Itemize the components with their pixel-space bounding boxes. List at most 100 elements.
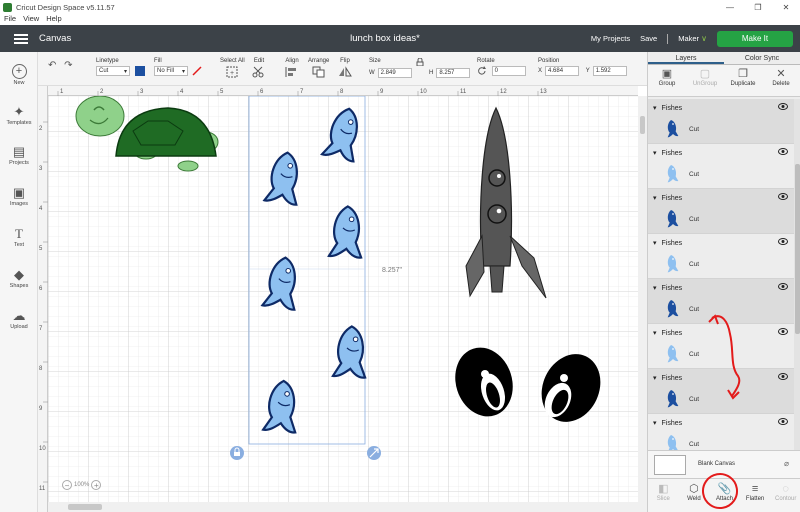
tab-layers[interactable]: Layers bbox=[648, 52, 724, 64]
sidebar-item-new[interactable]: + New bbox=[0, 64, 38, 86]
visibility-eye-icon[interactable] bbox=[778, 103, 788, 112]
ungroup-button[interactable]: ▢ UnGroup bbox=[686, 65, 724, 96]
canvas-horizontal-scrollbar[interactable] bbox=[48, 502, 638, 512]
select-all-icon: + bbox=[226, 66, 238, 78]
y-input[interactable]: 1.592 bbox=[592, 66, 627, 76]
visibility-eye-icon[interactable] bbox=[778, 193, 788, 202]
duplicate-label: Duplicate bbox=[730, 81, 756, 87]
layer-row[interactable]: ▾ Fishes Cut bbox=[648, 279, 794, 324]
design-canvas[interactable]: 8.257" bbox=[38, 86, 638, 512]
visibility-eye-icon[interactable] bbox=[778, 418, 788, 427]
contour-button[interactable]: ◌ Contour bbox=[770, 479, 800, 512]
caret-down-icon[interactable]: ▾ bbox=[653, 419, 657, 427]
menu-file[interactable]: File bbox=[4, 14, 16, 25]
edit-control[interactable]: Edit bbox=[252, 58, 266, 80]
machine-select[interactable]: Maker ∨ bbox=[678, 34, 707, 43]
layer-row[interactable]: ▾ Fishes Cut bbox=[648, 234, 794, 279]
visibility-eye-icon[interactable] bbox=[778, 238, 788, 247]
arrange-label: Arrange bbox=[308, 58, 330, 64]
blank-canvas-swatch[interactable] bbox=[654, 455, 686, 475]
layer-operation: Cut bbox=[689, 306, 700, 313]
visibility-eye-icon[interactable] bbox=[778, 148, 788, 157]
sidebar-item-images[interactable]: ▣ Images bbox=[0, 185, 38, 207]
align-control[interactable]: Align bbox=[285, 58, 299, 80]
minimize-button[interactable]: — bbox=[716, 0, 744, 14]
menu-help[interactable]: Help bbox=[46, 14, 61, 25]
my-projects-link[interactable]: My Projects bbox=[591, 34, 630, 43]
image-icon: ▣ bbox=[12, 185, 26, 200]
rotate-input[interactable]: 0 bbox=[491, 66, 526, 76]
lock-icon[interactable] bbox=[416, 57, 424, 68]
hamburger-menu-icon[interactable] bbox=[14, 32, 28, 46]
height-input[interactable]: 8.257 bbox=[436, 68, 471, 78]
sidebar-item-projects[interactable]: ▤ Projects bbox=[0, 144, 38, 166]
layer-row[interactable]: ▾ Fishes Cut bbox=[648, 369, 794, 414]
layer-row[interactable]: ▾ Fishes Cut bbox=[648, 324, 794, 369]
linetype-color-swatch[interactable] bbox=[134, 66, 145, 76]
sidebar-item-templates[interactable]: ✦ Templates bbox=[0, 104, 38, 126]
delete-button[interactable]: ✕ Delete bbox=[762, 65, 800, 96]
group-icon: ▣ bbox=[661, 68, 673, 80]
caret-down-icon[interactable]: ▾ bbox=[653, 104, 657, 112]
sidebar-item-label: New bbox=[13, 80, 25, 86]
layers-scrollbar[interactable] bbox=[794, 99, 800, 450]
attach-button[interactable]: 📎 Attach bbox=[709, 479, 740, 512]
visibility-eye-icon[interactable] bbox=[778, 283, 788, 292]
fill-select[interactable]: No Fill ▾ bbox=[154, 66, 188, 76]
layer-header[interactable]: ▾ Fishes bbox=[653, 419, 682, 428]
caret-down-icon[interactable]: ▾ bbox=[653, 194, 657, 202]
caret-down-icon[interactable]: ▾ bbox=[653, 149, 657, 157]
caret-down-icon[interactable]: ▾ bbox=[653, 239, 657, 247]
layer-header[interactable]: ▾ Fishes bbox=[653, 149, 682, 158]
make-it-button[interactable]: Make It bbox=[717, 30, 793, 47]
duplicate-button[interactable]: ❐ Duplicate bbox=[724, 65, 762, 96]
sidebar-item-text[interactable]: T Text bbox=[0, 226, 38, 248]
menu-view[interactable]: View bbox=[23, 14, 39, 25]
restore-button[interactable]: ❐ bbox=[744, 0, 772, 14]
lock-handle-icon[interactable] bbox=[230, 446, 244, 460]
caret-down-icon[interactable]: ▾ bbox=[653, 329, 657, 337]
chevron-down-icon: ∨ bbox=[701, 34, 707, 43]
layer-header[interactable]: ▾ Fishes bbox=[653, 374, 682, 383]
layer-operation: Cut bbox=[689, 126, 700, 133]
caret-down-icon[interactable]: ▾ bbox=[653, 284, 657, 292]
layer-header[interactable]: ▾ Fishes bbox=[653, 104, 682, 113]
close-button[interactable]: ✕ bbox=[772, 0, 800, 14]
visibility-eye-icon[interactable] bbox=[778, 373, 788, 382]
blank-canvas-row[interactable]: Blank Canvas ⌀ bbox=[648, 450, 800, 478]
layer-row[interactable]: ▾ Fishes Cut bbox=[648, 144, 794, 189]
select-all-control[interactable]: Select All + bbox=[220, 58, 245, 80]
group-button[interactable]: ▣ Group bbox=[648, 65, 686, 96]
canvas-vertical-scrollbar[interactable] bbox=[638, 96, 647, 512]
resize-handle-icon[interactable] bbox=[367, 446, 381, 460]
flip-control[interactable]: Flip bbox=[338, 58, 352, 80]
ruler-label: 8 bbox=[39, 366, 43, 372]
hide-eye-icon[interactable]: ⌀ bbox=[784, 459, 789, 468]
sidebar-item-shapes[interactable]: ◆ Shapes bbox=[0, 267, 38, 289]
slice-button[interactable]: ◧ Slice bbox=[648, 479, 679, 512]
save-button[interactable]: Save bbox=[640, 34, 657, 43]
ruler-label: 6 bbox=[39, 286, 43, 292]
layer-header[interactable]: ▾ Fishes bbox=[653, 239, 682, 248]
zoom-level: 100% bbox=[74, 482, 90, 488]
linetype-select[interactable]: Cut ▾ bbox=[96, 66, 130, 76]
layer-header[interactable]: ▾ Fishes bbox=[653, 194, 682, 203]
visibility-eye-icon[interactable] bbox=[778, 328, 788, 337]
layer-header[interactable]: ▾ Fishes bbox=[653, 329, 682, 338]
weld-button[interactable]: ⬡ Weld bbox=[679, 479, 710, 512]
layer-header[interactable]: ▾ Fishes bbox=[653, 284, 682, 293]
width-input[interactable]: 2.849 bbox=[377, 68, 412, 78]
flatten-button[interactable]: ≡ Flatten bbox=[740, 479, 771, 512]
x-input[interactable]: 4.684 bbox=[545, 66, 580, 76]
undo-icon[interactable]: ↶ bbox=[48, 60, 56, 71]
redo-icon[interactable]: ↷ bbox=[64, 60, 72, 71]
zoom-out-button[interactable]: − bbox=[62, 480, 72, 490]
sidebar-item-upload[interactable]: ☁ Upload bbox=[0, 308, 38, 330]
layer-row[interactable]: ▾ Fishes Cut bbox=[648, 99, 794, 144]
caret-down-icon[interactable]: ▾ bbox=[653, 374, 657, 382]
tab-color-sync[interactable]: Color Sync bbox=[724, 52, 800, 64]
arrange-control[interactable]: Arrange bbox=[308, 58, 329, 80]
layer-row[interactable]: ▾ Fishes Cut bbox=[648, 189, 794, 234]
zoom-in-button[interactable]: + bbox=[91, 480, 102, 490]
layer-row[interactable]: ▾ Fishes Cut bbox=[648, 414, 794, 450]
